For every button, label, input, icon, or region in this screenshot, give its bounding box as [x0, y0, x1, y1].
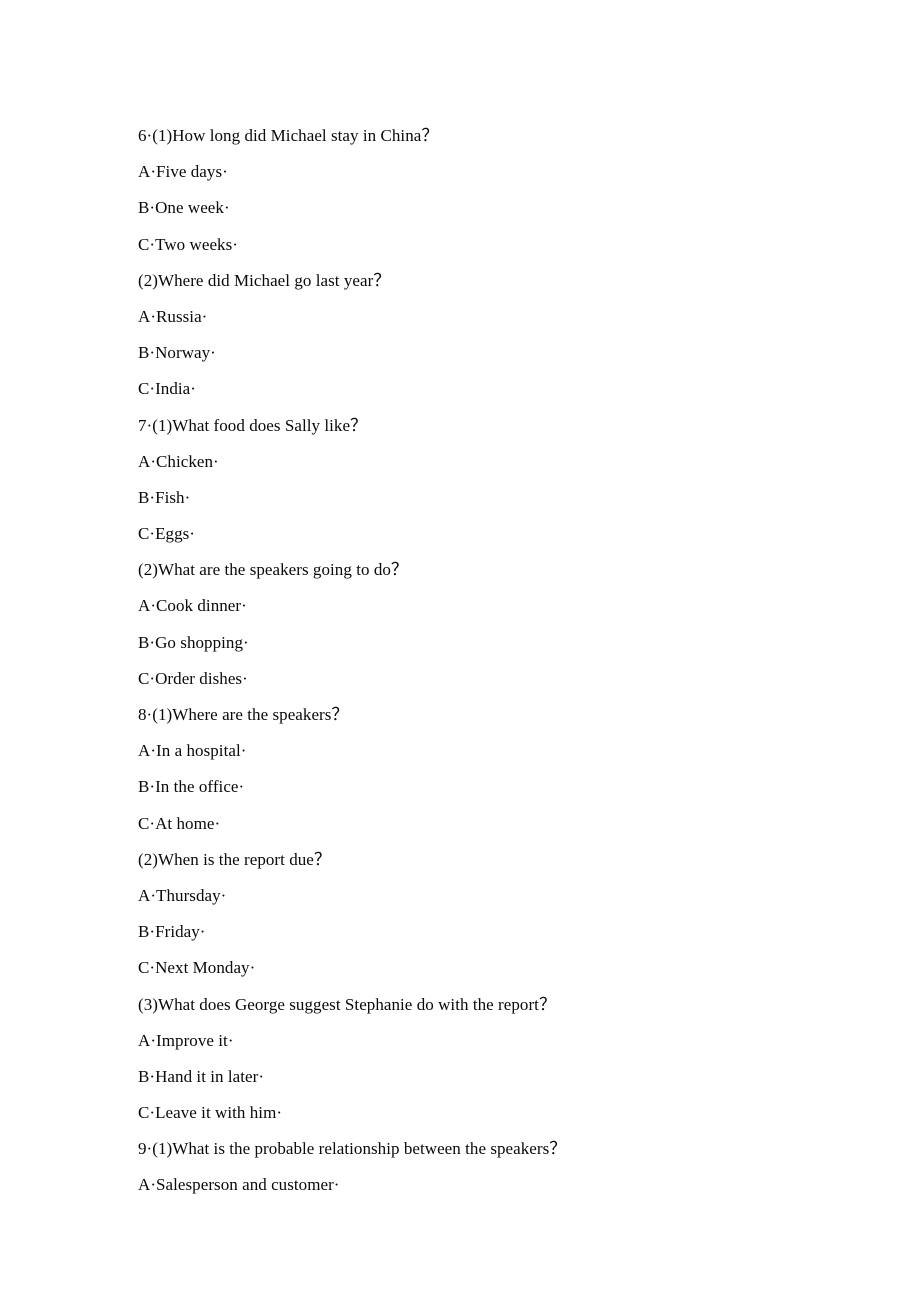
answer-option: A·Improve it· — [138, 1030, 234, 1050]
answer-option: B·Go shopping· — [138, 632, 249, 652]
question-subitem: (3)What does George suggest Stephanie do… — [138, 994, 556, 1014]
answer-option: B·Friday· — [138, 922, 206, 942]
answer-option: A·Cook dinner· — [138, 596, 247, 616]
answer-option: B·Hand it in later· — [138, 1066, 265, 1086]
answer-option: A·Five days· — [138, 162, 228, 182]
answer-option: C·Leave it with him· — [138, 1103, 283, 1123]
answer-option: A·Chicken· — [138, 451, 219, 471]
question-stem: 9·(1)What is the probable relationship b… — [138, 1139, 567, 1159]
answer-option: A·Russia· — [138, 306, 208, 326]
document-page: 6·(1)How long did Michael stay in China？… — [0, 0, 920, 1302]
question-subitem: (2)What are the speakers going to do？ — [138, 560, 408, 580]
answer-option: B·Norway· — [138, 343, 216, 363]
answer-option: A·Thursday· — [138, 885, 227, 905]
answer-option: C·Two weeks· — [138, 234, 238, 254]
answer-option: C·Next Monday· — [138, 958, 256, 978]
worksheet-body: 6·(1)How long did Michael stay in China？… — [138, 118, 880, 1204]
answer-option: B·Fish· — [138, 487, 191, 507]
question-stem: 6·(1)How long did Michael stay in China？ — [138, 126, 439, 145]
answer-option: B·One week· — [138, 198, 230, 218]
question-stem: 8·(1)Where are the speakers？ — [138, 705, 349, 724]
answer-option: C·Eggs· — [138, 524, 196, 544]
answer-option: C·Order dishes· — [138, 668, 248, 688]
question-stem: 7·(1)What food does Sally like？ — [138, 415, 368, 435]
answer-option: B·In the office· — [138, 777, 245, 797]
answer-option: C·At home· — [138, 813, 221, 833]
answer-option: C·India· — [138, 379, 196, 399]
answer-option: A·Salesperson and customer· — [138, 1175, 340, 1195]
answer-option: A·In a hospital· — [138, 741, 247, 761]
question-subitem: (2)When is the report due？ — [138, 849, 331, 869]
question-subitem: (2)Where did Michael go last year？ — [138, 270, 391, 290]
